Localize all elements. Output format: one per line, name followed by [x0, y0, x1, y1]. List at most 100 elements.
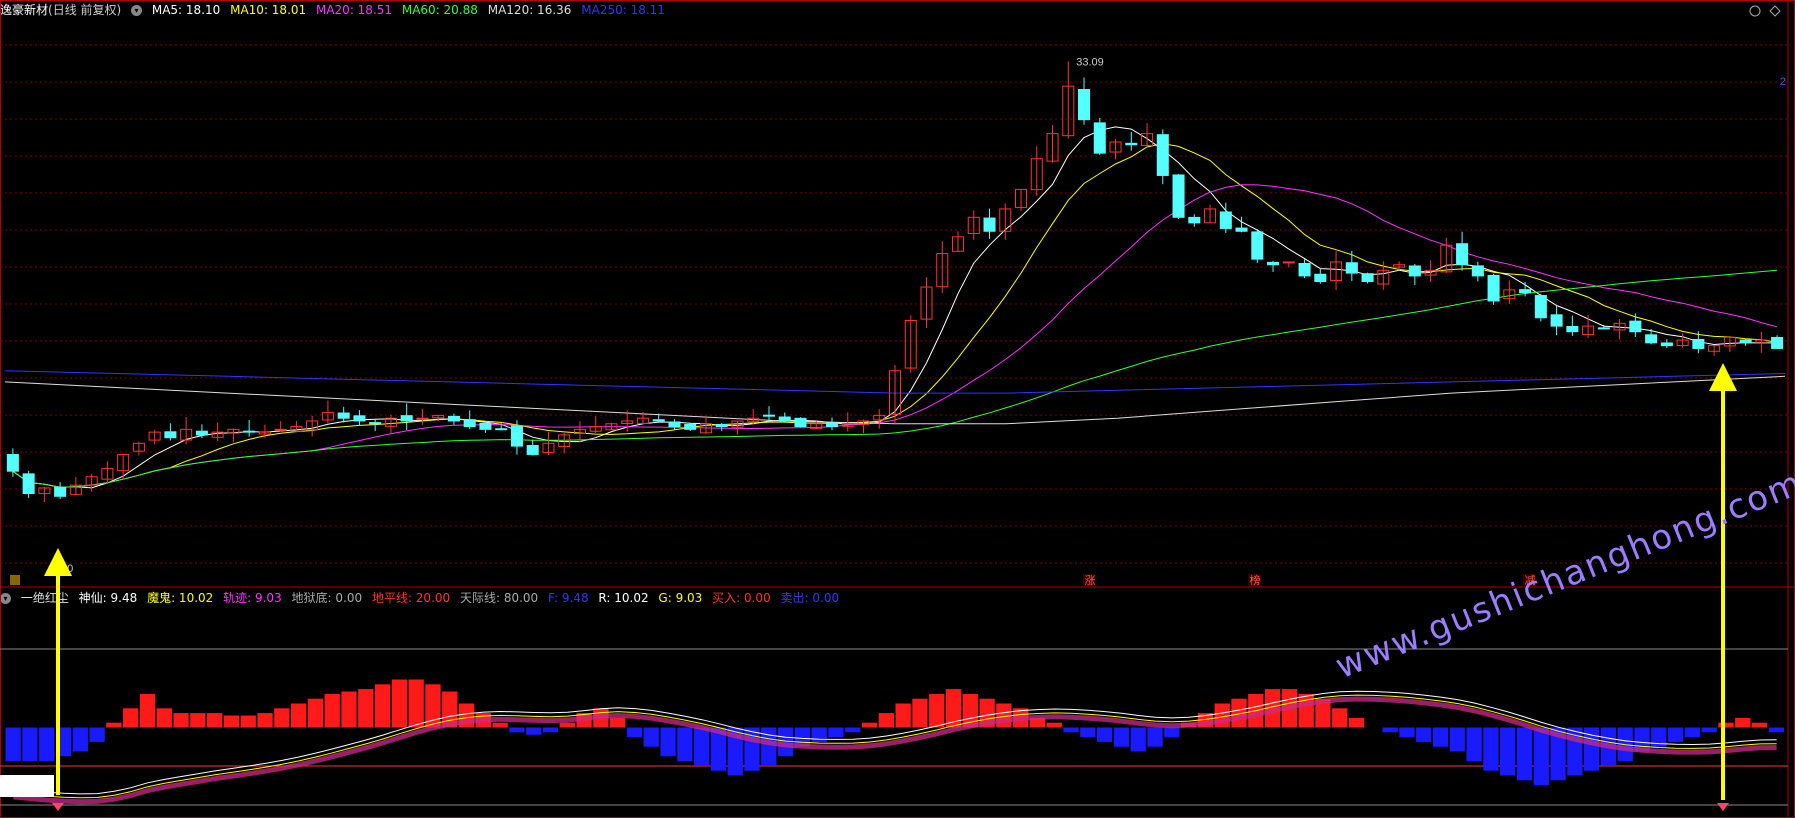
histogram-bar: [391, 679, 408, 728]
histogram-bar: [693, 727, 710, 766]
candle-body: [1692, 338, 1705, 349]
histogram-bar: [1113, 727, 1130, 747]
candle-body: [479, 422, 492, 430]
candlestick-series[interactable]: [6, 61, 1784, 503]
indicator-series: [0, 648, 1788, 806]
histogram-bar: [626, 727, 643, 738]
candle-body: [1361, 273, 1374, 282]
histogram-bar: [156, 708, 172, 728]
histogram-bar: [828, 727, 844, 738]
candle: [117, 453, 130, 480]
candle: [180, 416, 193, 445]
candle: [1204, 204, 1217, 224]
candle-body: [54, 486, 67, 497]
candle: [1755, 331, 1768, 353]
candle-body: [1534, 295, 1547, 319]
candle-body: [1298, 262, 1311, 277]
candle: [1534, 293, 1547, 322]
candle: [684, 422, 697, 431]
histogram-bar: [1332, 708, 1348, 728]
candle: [1093, 118, 1106, 155]
histogram-bar: [1567, 727, 1583, 776]
histogram-bar: [1399, 727, 1415, 738]
candle: [715, 423, 728, 432]
candle: [1597, 324, 1610, 330]
candle: [857, 419, 870, 434]
candle-body: [1566, 325, 1579, 333]
histogram-bar: [207, 713, 223, 728]
candle: [1282, 261, 1295, 268]
candle: [542, 432, 555, 455]
candle: [1471, 261, 1484, 282]
histogram-bar: [878, 713, 894, 728]
histogram-bar: [660, 727, 676, 757]
candle-body: [684, 424, 697, 430]
candle-body: [416, 417, 429, 420]
candle: [1566, 315, 1579, 336]
histogram-bar: [72, 727, 88, 752]
histogram-bar: [1097, 727, 1113, 742]
histogram-bar: [526, 727, 542, 735]
candle: [6, 448, 19, 477]
arrow-head: [1709, 363, 1737, 391]
candle: [132, 441, 145, 456]
candle: [321, 400, 334, 424]
histogram-bar: [845, 727, 861, 733]
histogram-bar: [509, 727, 525, 733]
candle-body: [353, 415, 366, 422]
candle: [1613, 318, 1626, 340]
histogram-bar: [1751, 722, 1768, 728]
histogram-bar: [1130, 727, 1146, 752]
candle: [920, 277, 933, 329]
candle: [573, 421, 586, 443]
histogram-bar: [5, 727, 21, 762]
candle-body: [447, 415, 460, 422]
annotations: 33.09.40涨榜减2: [0, 5, 1786, 811]
histogram-bar: [408, 679, 424, 728]
histogram-bar: [290, 703, 307, 728]
candle-body: [1282, 261, 1295, 264]
candle: [400, 403, 413, 431]
event-marker: 涨: [1085, 574, 1096, 587]
candle-body: [825, 422, 839, 428]
candle: [337, 406, 350, 423]
candle: [526, 439, 539, 456]
outer-frame: [0, 0, 1795, 818]
histogram-bar: [1466, 727, 1482, 762]
candle-body: [463, 419, 476, 428]
candle: [794, 417, 807, 428]
candle: [463, 410, 476, 430]
histogram-bar: [1080, 727, 1096, 738]
candle: [1062, 61, 1075, 139]
candle: [1015, 188, 1028, 211]
histogram-bar: [929, 693, 945, 728]
candle-body: [1597, 327, 1610, 330]
candle: [558, 432, 571, 454]
candle-body: [1125, 142, 1138, 146]
histogram-bar: [761, 727, 777, 766]
histogram-bar: [22, 727, 38, 762]
signal-diamond: [52, 803, 64, 811]
chart-canvas[interactable]: 33.09.40涨榜减2: [0, 0, 1795, 818]
candle: [1739, 338, 1752, 346]
candle: [227, 428, 240, 443]
histogram-bar: [307, 698, 324, 728]
candle-body: [369, 422, 382, 425]
candle: [1219, 202, 1232, 233]
candle: [983, 208, 996, 239]
candle: [211, 422, 224, 441]
candle: [1440, 237, 1453, 274]
candle-body: [400, 415, 413, 422]
candle: [904, 315, 917, 373]
candle-body: [983, 217, 996, 232]
histogram-bar: [1684, 727, 1701, 738]
candle: [1078, 77, 1091, 125]
candle: [22, 470, 35, 498]
candle-body: [1093, 122, 1106, 154]
candle: [1345, 250, 1358, 281]
histogram-bar: [895, 703, 911, 728]
candle-body: [794, 417, 807, 428]
candle-body: [1660, 342, 1673, 347]
candle-body: [1267, 261, 1280, 266]
candle-body: [510, 425, 523, 447]
